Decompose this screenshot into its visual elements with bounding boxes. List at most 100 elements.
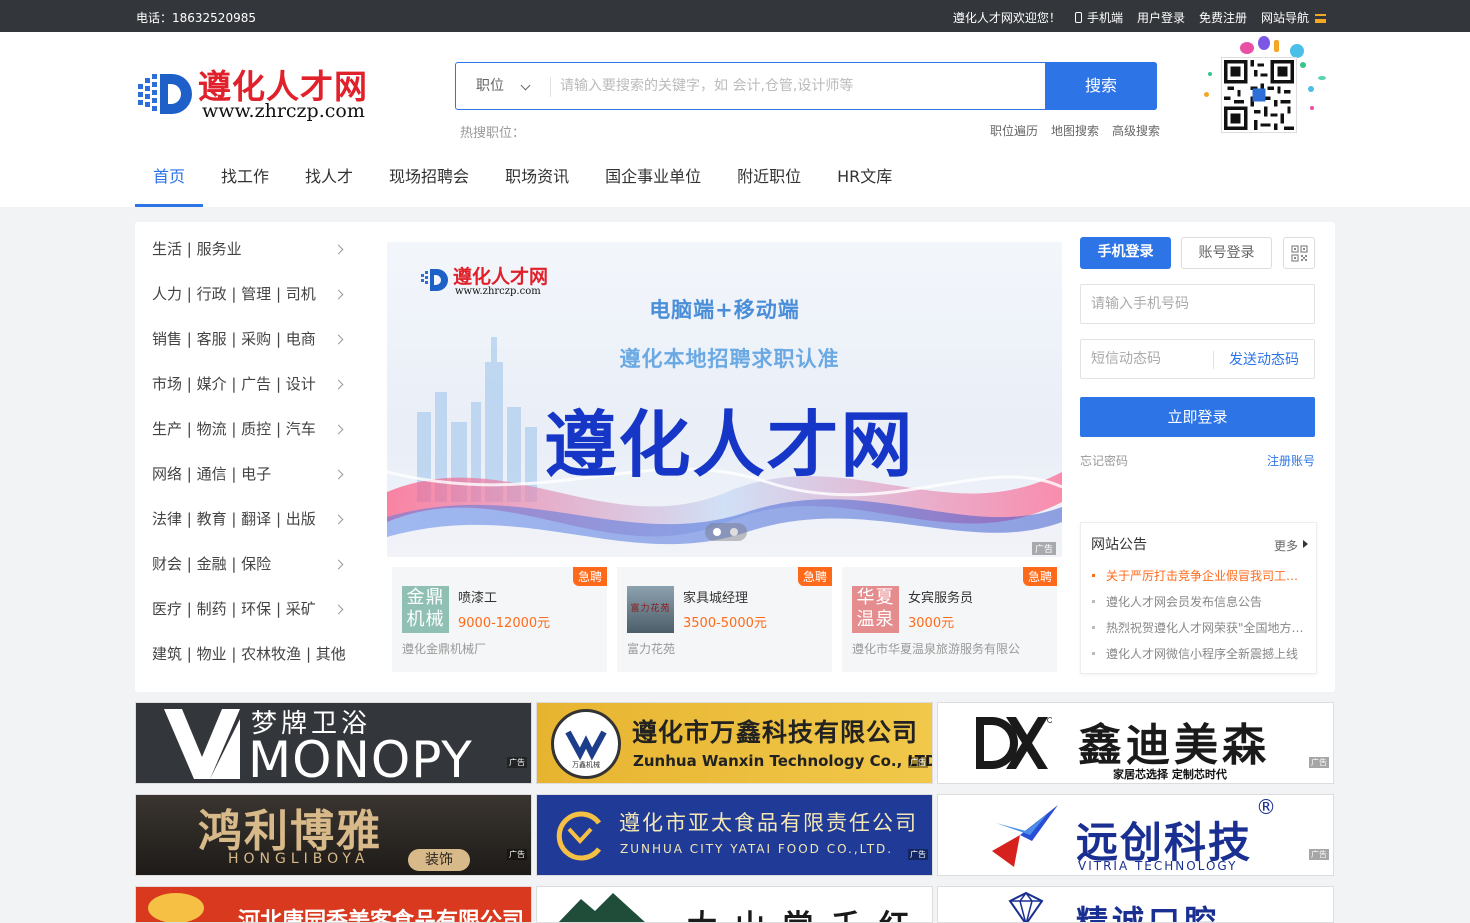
ad-banner-vitria[interactable]: 远创科技 VITRIA TECHNOLOGY ® 广告 xyxy=(937,794,1334,876)
company-thumb: 金鼎机械 xyxy=(402,586,449,633)
job-title[interactable]: 喷漆工 xyxy=(458,587,497,606)
ad-banner-tangyuan[interactable]: 河北唐园香美客食品有限公司 xyxy=(135,886,532,923)
mobile-link[interactable]: 手机端 xyxy=(1074,9,1123,26)
notice-item[interactable]: 遵化人才网会员发布信息公告 xyxy=(1091,593,1306,619)
search-category-select[interactable]: 职位 xyxy=(456,63,550,109)
qr-login-button[interactable] xyxy=(1283,237,1315,269)
job-company[interactable]: 富力花苑 xyxy=(627,640,675,657)
advanced-search-link[interactable]: 高级搜索 xyxy=(1112,122,1160,139)
send-code-button[interactable]: 发送动态码 xyxy=(1213,351,1299,369)
ad-banner-xindi[interactable]: 鑫迪美森 家居芯选择 定制芯时代 广告 xyxy=(937,702,1334,784)
nav-home[interactable]: 首页 xyxy=(135,165,204,207)
job-title[interactable]: 家具城经理 xyxy=(683,587,748,606)
category-item[interactable]: 法律 | 教育 | 翻译 | 出版 xyxy=(135,492,365,537)
logo-url: www.zhrczp.com xyxy=(202,100,365,122)
phone-input[interactable] xyxy=(1091,285,1291,323)
header: 遵化人才网 www.zhrczp.com 职位 搜索 热搜职位： 职位遍历 地图… xyxy=(0,32,1470,207)
tangyuan-logo-icon xyxy=(148,893,204,922)
main-nav: 首页 找工作 找人才 现场招聘会 职场资讯 国企事业单位 附近职位 HR文库 xyxy=(135,165,910,207)
menu-icon xyxy=(1315,14,1326,23)
job-salary: 3000元 xyxy=(908,616,955,631)
category-item[interactable]: 生活 | 服务业 xyxy=(135,222,365,267)
registered-mark-icon: ® xyxy=(1256,795,1276,819)
nav-hr-library[interactable]: HR文库 xyxy=(819,165,910,207)
decoration xyxy=(1204,92,1209,97)
hero-banner[interactable]: 遵化人才网 www.zhrczp.com 电脑端+移动端 遵化本地招聘求职认准 … xyxy=(387,242,1062,557)
notice-item[interactable]: 遵化人才网微信小程序全新震撼上线 xyxy=(1091,645,1306,671)
chevron-right-icon xyxy=(333,334,344,345)
ad-banner-jingcheng[interactable]: 精诚口腔 xyxy=(937,886,1334,923)
ad-en-text: ZUNHUA CITY YATAI FOOD CO.,LTD. xyxy=(620,842,894,856)
category-item[interactable]: 生产 | 物流 | 质控 | 汽车 xyxy=(135,402,365,447)
category-item[interactable]: 建筑 | 物业 | 农林牧渔 | 其他 xyxy=(135,627,365,672)
register-account-link[interactable]: 注册账号 xyxy=(1267,452,1315,469)
tab-phone-login[interactable]: 手机登录 xyxy=(1080,237,1171,269)
nav-job-fair[interactable]: 现场招聘会 xyxy=(371,165,487,207)
carousel-dots xyxy=(705,523,747,541)
nav-career-news[interactable]: 职场资讯 xyxy=(487,165,587,207)
category-item[interactable]: 销售 | 客服 | 采购 | 电商 xyxy=(135,312,365,357)
category-item[interactable]: 财会 | 金融 | 保险 xyxy=(135,537,365,582)
login-button[interactable]: 立即登录 xyxy=(1080,397,1315,437)
ad-label: 广告 xyxy=(507,757,527,768)
notice-title: 网站公告 xyxy=(1091,537,1147,553)
nav-state-enterprise[interactable]: 国企事业单位 xyxy=(587,165,719,207)
job-company[interactable]: 遵化市华夏温泉旅游服务有限公 xyxy=(852,640,1020,657)
tab-account-login[interactable]: 账号登录 xyxy=(1181,237,1272,269)
phone-field-wrap xyxy=(1080,284,1315,324)
category-item[interactable]: 市场 | 媒介 | 广告 | 设计 xyxy=(135,357,365,402)
ad-banner-dashan[interactable]: 大山堂千红 xyxy=(536,886,933,923)
category-item[interactable]: 人力 | 行政 | 管理 | 司机 xyxy=(135,267,365,312)
notice-item[interactable]: 热烈祝贺遵化人才网荣获"全国地方人才网站"称号 xyxy=(1091,619,1306,645)
notice-item[interactable]: 关于严厉打击竞争企业假冒我司工作人员的声明 xyxy=(1091,567,1306,593)
decoration xyxy=(1208,72,1212,76)
nav-nearby-jobs[interactable]: 附近职位 xyxy=(719,165,819,207)
search-input[interactable] xyxy=(560,63,1040,109)
job-card[interactable]: 急聘 富力花苑 家具城经理 3500-5000元 富力花苑 xyxy=(617,567,832,672)
user-login-link[interactable]: 用户登录 xyxy=(1137,9,1185,26)
category-item[interactable]: 医疗 | 制药 | 环保 | 采矿 xyxy=(135,582,365,627)
nav-find-job[interactable]: 找工作 xyxy=(203,165,287,207)
site-nav-link[interactable]: 网站导航 xyxy=(1261,9,1326,26)
welcome-text: 遵化人才网欢迎您！ xyxy=(952,11,1061,25)
nav-find-talent[interactable]: 找人才 xyxy=(287,165,371,207)
carousel-dot[interactable] xyxy=(730,528,738,536)
ad-cn-text: 遵化市亚太食品有限责任公司 xyxy=(619,811,918,835)
map-search-link[interactable]: 地图搜索 xyxy=(1051,122,1099,139)
free-register-link[interactable]: 免费注册 xyxy=(1199,9,1247,26)
ad-cn-text: 河北唐园香美客食品有限公司 xyxy=(238,909,525,923)
urgent-badge: 急聘 xyxy=(1022,567,1057,586)
notice-more-link[interactable]: 更多 xyxy=(1274,537,1309,554)
job-card[interactable]: 急聘 金鼎机械 喷漆工 9000-12000元 遵化金鼎机械厂 xyxy=(392,567,607,672)
ad-label: 广告 xyxy=(507,849,527,860)
ad-cn-text: 遵化市万鑫科技有限公司 xyxy=(632,718,919,747)
ad-banner-hongli[interactable]: 鸿利博雅 HONGLIBOYA 装饰 广告 xyxy=(135,794,532,876)
chevron-down-icon xyxy=(520,80,531,91)
sms-code-input[interactable] xyxy=(1091,340,1211,378)
decoration xyxy=(1308,86,1314,92)
chevron-right-icon xyxy=(333,289,344,300)
site-logo[interactable]: 遵化人才网 www.zhrczp.com xyxy=(136,60,376,122)
ad-label: 广告 xyxy=(1031,542,1056,555)
qr-code-area xyxy=(1198,36,1330,136)
job-title[interactable]: 女宾服务员 xyxy=(908,587,973,606)
ad-banner-wanxin[interactable]: 万鑫机械 遵化市万鑫科技有限公司 Zunhua Wanxin Technolog… xyxy=(536,702,933,784)
job-company[interactable]: 遵化金鼎机械厂 xyxy=(402,640,486,657)
mountain-logo-icon xyxy=(558,893,645,922)
ad-en-text: HONGLIBOYA xyxy=(228,851,370,867)
category-item[interactable]: 网络 | 通信 | 电子 xyxy=(135,447,365,492)
urgent-badge: 急聘 xyxy=(797,567,832,586)
ad-banner-monopy[interactable]: 梦牌卫浴 MONOPY 广告 xyxy=(135,702,532,784)
banner-logo-icon xyxy=(421,269,448,291)
urgent-badge: 急聘 xyxy=(572,567,607,586)
forgot-password-link[interactable]: 忘记密码 xyxy=(1080,452,1128,469)
carousel-dot[interactable] xyxy=(713,528,721,536)
ad-banner-yatai[interactable]: 遵化市亚太食品有限责任公司 ZUNHUA CITY YATAI FOOD CO.… xyxy=(536,794,933,876)
search-button[interactable]: 搜索 xyxy=(1045,62,1157,110)
contact-phone: 电话：18632520985 xyxy=(136,11,256,25)
job-card[interactable]: 急聘 华夏温泉 女宾服务员 3000元 遵化市华夏温泉旅游服务有限公 xyxy=(842,567,1057,672)
search-bar: 职位 搜索 xyxy=(455,62,1157,110)
decoration xyxy=(1290,44,1304,58)
monopy-logo-icon xyxy=(164,709,240,779)
job-browse-link[interactable]: 职位遍历 xyxy=(990,122,1038,139)
